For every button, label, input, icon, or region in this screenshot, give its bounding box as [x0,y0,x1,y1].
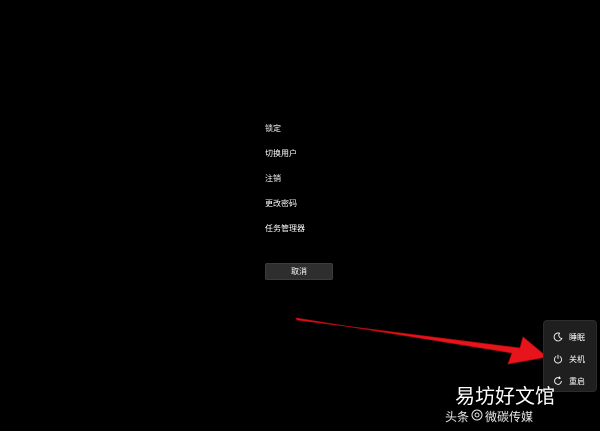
sleep-option[interactable]: 睡眠 [544,326,596,348]
watermark: 易坊好文馆 头条 微碳传媒 [445,384,597,429]
moon-icon [553,332,563,342]
ctrl-alt-del-screen: 锁定 切换用户 注销 更改密码 任务管理器 取消 睡眠 关机 重启 易坊好文馆 … [0,0,600,431]
red-arrow-shape [295,317,548,365]
sign-out-option[interactable]: 注销 [265,171,385,196]
change-password-option[interactable]: 更改密码 [265,196,385,221]
watermark-source: 头条 [445,410,470,424]
shutdown-label: 关机 [569,354,585,364]
power-options-flyout: 睡眠 关机 重启 [543,320,597,392]
sleep-label: 睡眠 [569,332,585,342]
shutdown-option[interactable]: 关机 [544,348,596,370]
security-options-menu: 锁定 切换用户 注销 更改密码 任务管理器 [265,121,385,246]
task-manager-option[interactable]: 任务管理器 [265,221,385,246]
watermark-title: 易坊好文馆 [455,384,555,408]
lock-option[interactable]: 锁定 [265,121,385,146]
watermark-attribution: 头条 微碳传媒 [445,409,533,425]
power-icon [553,354,563,364]
watermark-author: 微碳传媒 [485,410,534,424]
at-icon [471,409,483,425]
cancel-button[interactable]: 取消 [265,263,333,280]
switch-user-option[interactable]: 切换用户 [265,146,385,171]
